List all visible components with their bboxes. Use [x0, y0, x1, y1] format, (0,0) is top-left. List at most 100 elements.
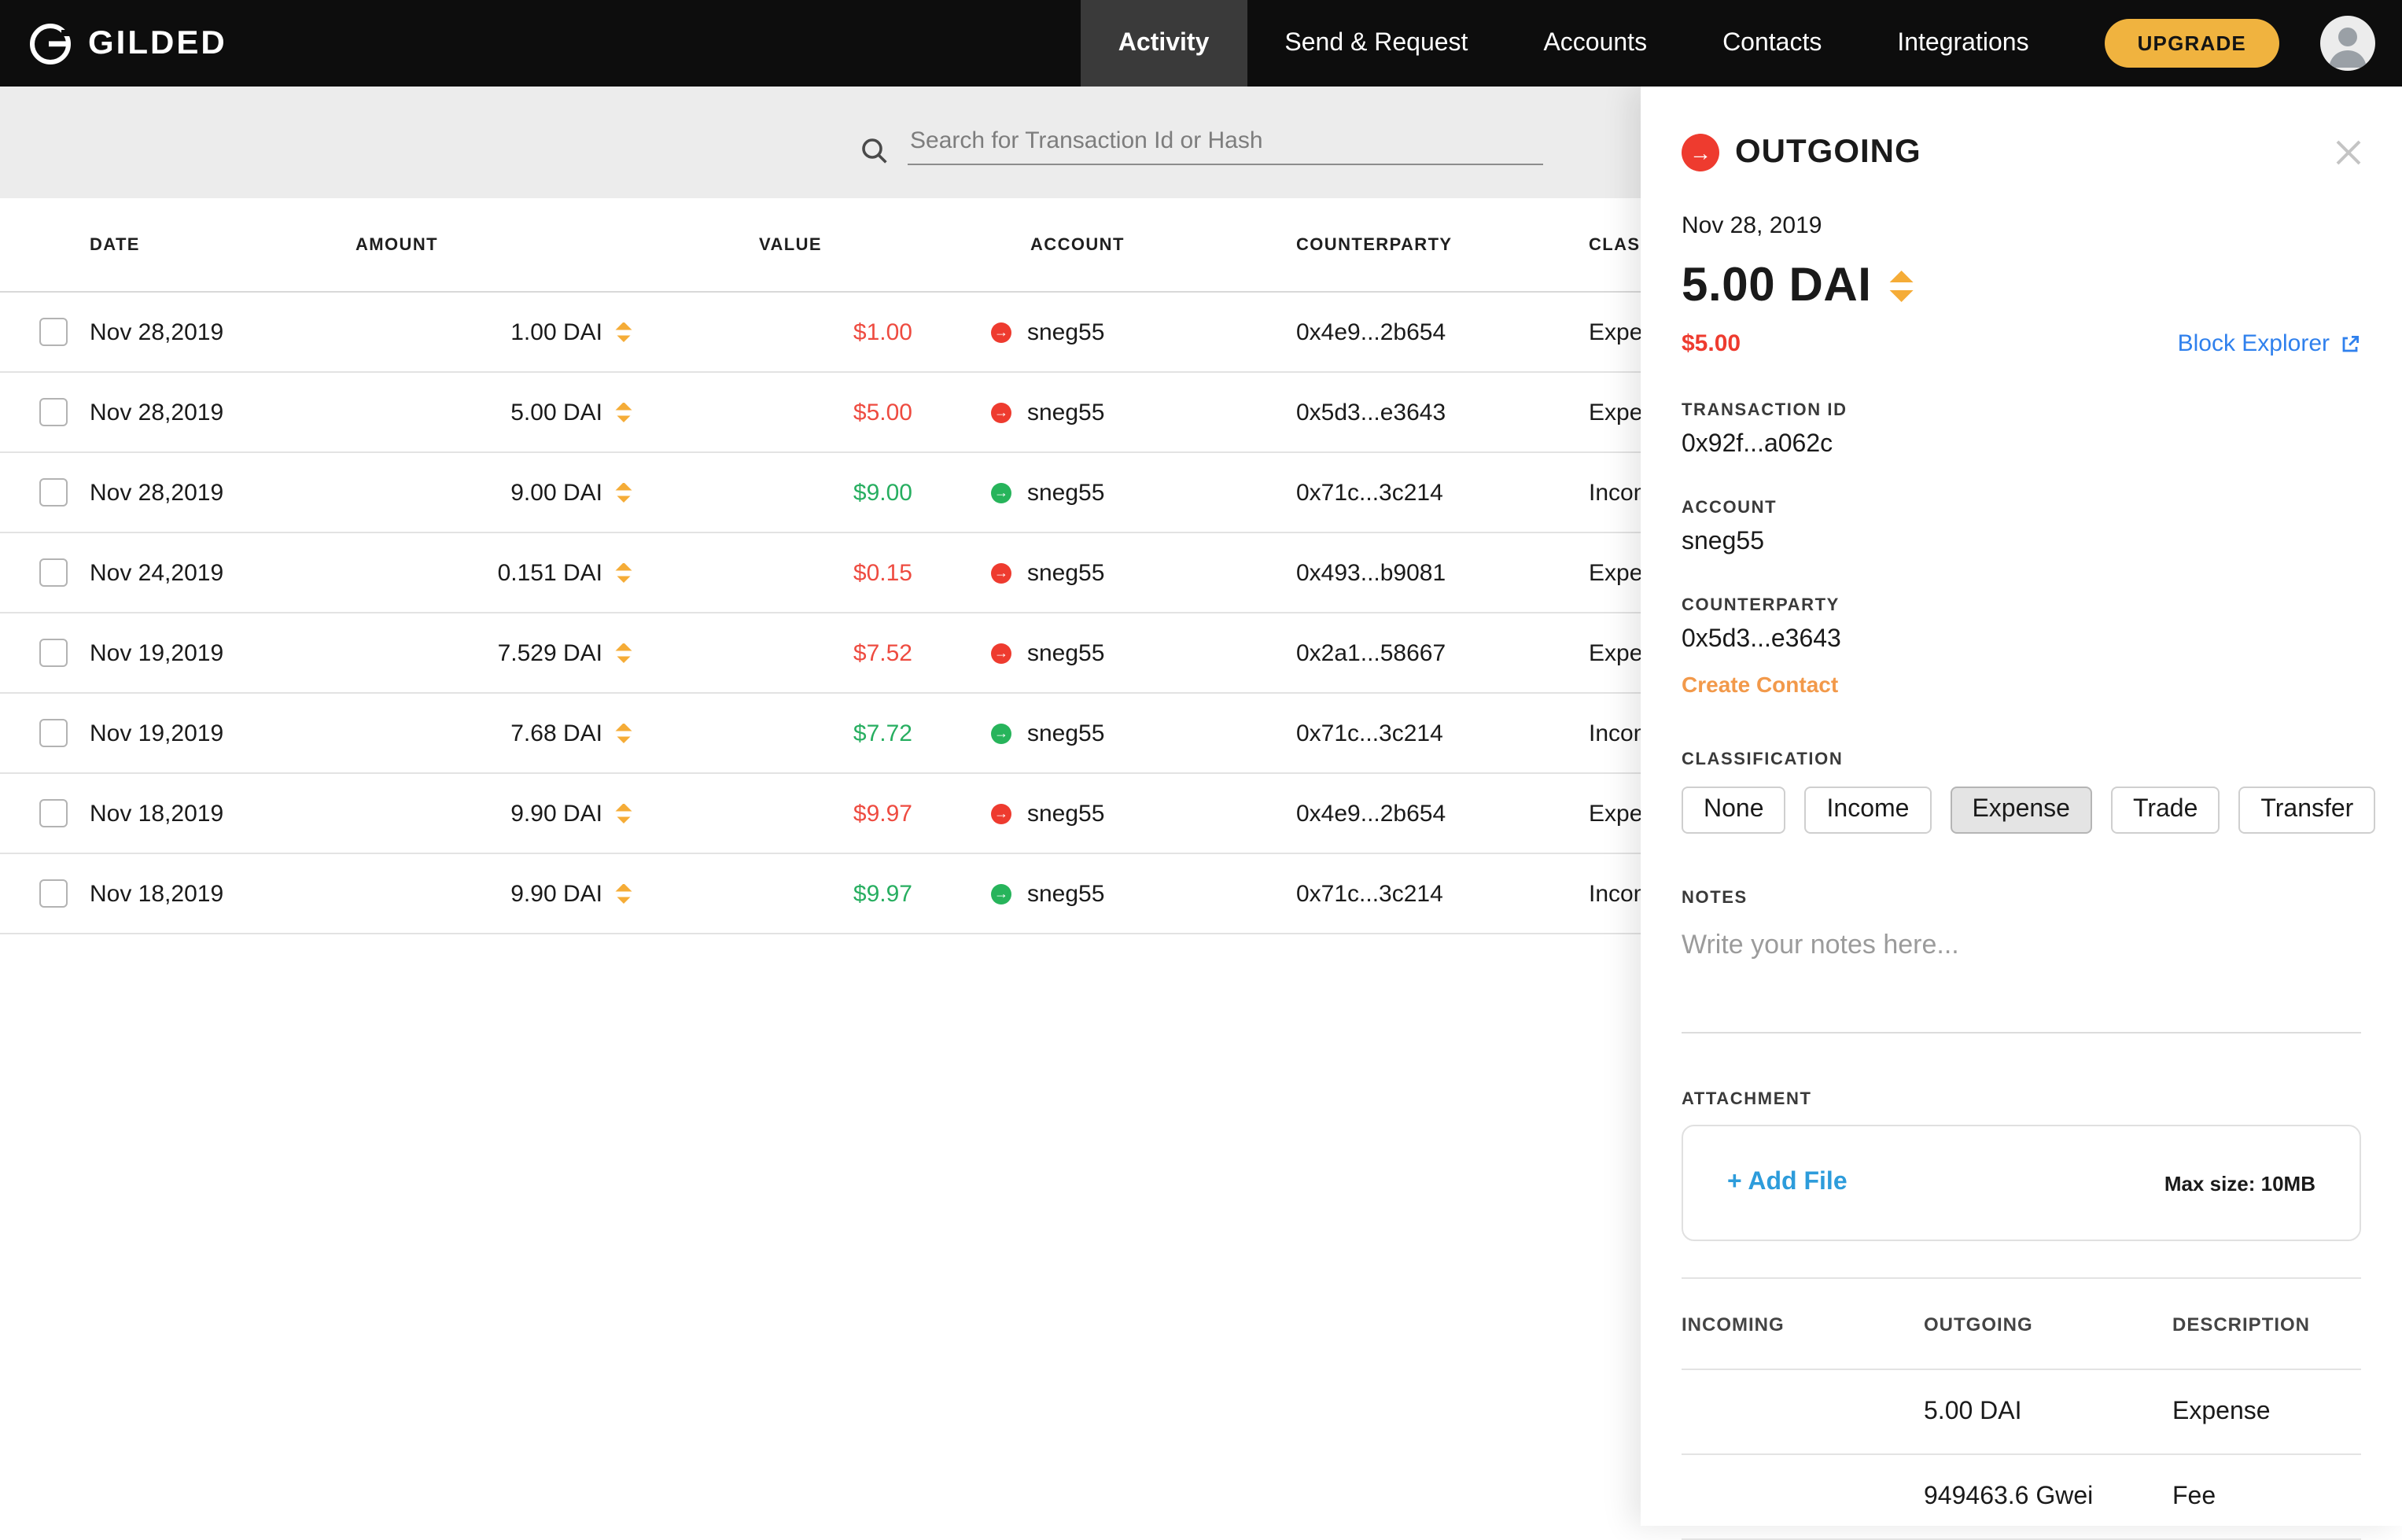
ledger-table: INCOMING OUTGOING DESCRIPTION 5.00 DAI E… — [1682, 1277, 2361, 1540]
header-date: DATE — [90, 235, 356, 254]
attachment-box: + Add File Max size: 10MB — [1682, 1125, 2361, 1241]
classification-option[interactable]: Income — [1805, 787, 1932, 834]
dai-token-icon — [613, 482, 634, 503]
header-value: VALUE — [645, 235, 936, 254]
notes-label: NOTES — [1682, 889, 2361, 908]
nav-item-accounts[interactable]: Accounts — [1505, 0, 1685, 87]
row-amount-text: 0.151 DAI — [498, 559, 602, 586]
row-date: Nov 18,2019 — [90, 880, 356, 907]
row-amount: 9.00 DAI — [356, 479, 645, 506]
row-checkbox[interactable] — [39, 398, 68, 426]
row-account: sneg55 — [936, 399, 1296, 426]
classification-option[interactable]: Transfer — [2238, 787, 2375, 834]
row-amount-text: 9.90 DAI — [510, 800, 602, 827]
row-checkbox-cell — [0, 318, 90, 346]
ledger-header-description: DESCRIPTION — [2172, 1313, 2361, 1335]
dai-token-icon — [613, 562, 634, 583]
row-account: sneg55 — [936, 319, 1296, 345]
nav-item-contacts[interactable]: Contacts — [1685, 0, 1859, 87]
dai-token-icon — [613, 322, 634, 342]
header-counterparty: COUNTERPARTY — [1296, 235, 1589, 254]
row-checkbox[interactable] — [39, 318, 68, 346]
attachment-label: ATTACHMENT — [1682, 1090, 2361, 1109]
close-icon[interactable] — [2333, 137, 2364, 168]
create-contact-link[interactable]: Create Contact — [1682, 672, 2361, 697]
row-account-text: sneg55 — [1027, 880, 1104, 907]
block-explorer-link[interactable]: Block Explorer — [2178, 330, 2361, 357]
classification-label: CLASSIFICATION — [1682, 750, 2361, 769]
brand-logo[interactable]: GILDED — [27, 20, 227, 67]
row-checkbox-cell — [0, 719, 90, 747]
dai-token-icon — [1886, 271, 1918, 302]
nav-items: Activity Send & Request Accounts Contact… — [1081, 0, 2067, 87]
row-account-text: sneg55 — [1027, 559, 1104, 586]
row-account: sneg55 — [936, 479, 1296, 506]
classification-option[interactable]: Trade — [2111, 787, 2220, 834]
row-account: sneg55 — [936, 639, 1296, 666]
nav-item-integrations[interactable]: Integrations — [1859, 0, 2066, 87]
dai-token-icon — [613, 402, 634, 422]
row-value: $7.52 — [645, 639, 936, 666]
panel-title: OUTGOING — [1735, 134, 1921, 171]
upgrade-button[interactable]: UPGRADE — [2105, 19, 2279, 68]
header-account: ACCOUNT — [936, 235, 1296, 254]
classification-option[interactable]: Expense — [1950, 787, 2092, 834]
row-checkbox[interactable] — [39, 879, 68, 908]
account-label: ACCOUNT — [1682, 499, 2361, 518]
transaction-amount: 5.00 DAI — [1682, 260, 1872, 313]
dai-token-icon — [613, 803, 634, 823]
row-checkbox[interactable] — [39, 799, 68, 827]
direction-icon — [991, 643, 1011, 663]
row-amount: 7.68 DAI — [356, 720, 645, 746]
row-account-text: sneg55 — [1027, 479, 1104, 506]
max-size-text: Max size: 10MB — [2164, 1171, 2315, 1195]
row-checkbox[interactable] — [39, 639, 68, 667]
row-checkbox[interactable] — [39, 478, 68, 507]
add-file-button[interactable]: + Add File — [1727, 1169, 1848, 1197]
row-counterparty: 0x2a1...58667 — [1296, 639, 1589, 666]
search-group — [860, 120, 1542, 164]
row-value: $1.00 — [645, 319, 936, 345]
row-counterparty: 0x71c...3c214 — [1296, 880, 1589, 907]
row-date: Nov 19,2019 — [90, 639, 356, 666]
row-account: sneg55 — [936, 720, 1296, 746]
ledger-description: Fee — [2172, 1483, 2361, 1511]
row-amount-text: 7.68 DAI — [510, 720, 602, 746]
row-date: Nov 24,2019 — [90, 559, 356, 586]
row-value: $9.97 — [645, 880, 936, 907]
row-amount-text: 9.90 DAI — [510, 880, 602, 907]
row-date: Nov 28,2019 — [90, 399, 356, 426]
row-counterparty: 0x5d3...e3643 — [1296, 399, 1589, 426]
block-explorer-label: Block Explorer — [2178, 330, 2330, 357]
classification-options: None Income Expense Trade Transfer — [1682, 787, 2361, 834]
direction-icon — [991, 482, 1011, 503]
classification-option[interactable]: None — [1682, 787, 1786, 834]
outgoing-arrow-icon — [1682, 134, 1719, 171]
row-checkbox-cell — [0, 639, 90, 667]
dai-token-icon — [613, 883, 634, 904]
nav-item-send-request[interactable]: Send & Request — [1247, 0, 1505, 87]
row-checkbox-cell — [0, 879, 90, 908]
nav-item-activity[interactable]: Activity — [1081, 0, 1247, 87]
transaction-id-label: TRANSACTION ID — [1682, 401, 2361, 420]
row-amount-text: 7.529 DAI — [498, 639, 602, 666]
user-avatar[interactable] — [2320, 16, 2375, 71]
row-amount: 9.90 DAI — [356, 800, 645, 827]
header-amount: AMOUNT — [356, 235, 645, 254]
external-link-icon — [2339, 333, 2361, 355]
row-amount-text: 9.00 DAI — [510, 479, 602, 506]
row-checkbox-cell — [0, 478, 90, 507]
row-checkbox[interactable] — [39, 558, 68, 587]
row-account-text: sneg55 — [1027, 720, 1104, 746]
row-checkbox-cell — [0, 558, 90, 587]
row-date: Nov 18,2019 — [90, 800, 356, 827]
search-input[interactable] — [907, 120, 1542, 164]
dai-token-icon — [613, 723, 634, 743]
row-value: $0.15 — [645, 559, 936, 586]
row-amount: 9.90 DAI — [356, 880, 645, 907]
notes-input[interactable] — [1682, 920, 2361, 1033]
row-checkbox[interactable] — [39, 719, 68, 747]
row-date: Nov 28,2019 — [90, 479, 356, 506]
transaction-detail-panel: OUTGOING Nov 28, 2019 5.00 DAI $5.00 Blo… — [1641, 87, 2402, 1526]
direction-icon — [991, 322, 1011, 342]
